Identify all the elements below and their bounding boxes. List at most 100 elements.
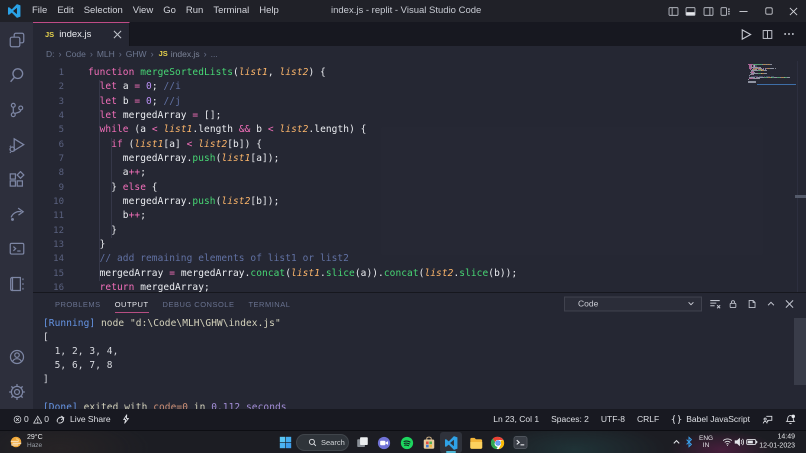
menu-help[interactable]: Help: [254, 0, 284, 22]
status-bar: 0 0 Live Share Ln 23, Col 1 Spaces: 2 UTF-…: [0, 409, 806, 430]
menu-selection[interactable]: Selection: [79, 0, 128, 22]
tray-chevron-up-icon[interactable]: [672, 438, 681, 447]
menu-view[interactable]: View: [128, 0, 158, 22]
menu-go[interactable]: Go: [158, 0, 181, 22]
line-number: 2: [58, 82, 64, 93]
title-bar: File Edit Selection View Go Run Terminal Help i…: [0, 0, 806, 22]
tab-indexjs[interactable]: JS index.js: [33, 22, 130, 46]
output-channel-dropdown[interactable]: Code: [564, 296, 702, 311]
code-token: let: [99, 81, 118, 93]
layout-controls: [668, 0, 732, 22]
line-number: 7: [58, 153, 64, 164]
settings-gear-icon[interactable]: [0, 374, 33, 409]
code-token: ,: [267, 67, 280, 78]
toggle-secondary-sidebar-icon[interactable]: [703, 6, 714, 17]
notebook-icon[interactable]: [0, 267, 33, 302]
menu-terminal[interactable]: Terminal: [208, 0, 254, 22]
toggle-sidebar-icon[interactable]: [668, 6, 679, 17]
code-token: function: [88, 67, 135, 78]
live-share-status[interactable]: Live Share: [55, 414, 111, 425]
source-control-icon[interactable]: [0, 92, 33, 127]
status-spaces-2[interactable]: Spaces: 2: [551, 414, 589, 424]
code-token: list1: [163, 124, 193, 136]
live-share-icon[interactable]: [0, 197, 33, 232]
status-label: CRLF: [637, 414, 660, 425]
line-number: 13: [53, 239, 64, 250]
wifi-icon[interactable]: [722, 438, 733, 447]
explorer-icon[interactable]: [0, 23, 33, 58]
extensions-icon[interactable]: [0, 162, 33, 197]
breadcrumb-file[interactable]: index.js: [171, 49, 200, 59]
code-line-5: while (a < list1.length && b < list2.len…: [88, 123, 367, 137]
run-code-icon[interactable]: [739, 28, 752, 41]
status-bell-icon[interactable]: [785, 414, 796, 425]
breadcrumb-separator-icon: ›: [118, 48, 122, 59]
problems-status[interactable]: 0 0: [13, 414, 49, 424]
maximize-panel-icon[interactable]: [766, 299, 776, 309]
status-utf-8[interactable]: UTF-8: [601, 414, 625, 424]
activity-bar-top: [0, 23, 33, 302]
minimap-line-segment: [748, 79, 749, 80]
code-token: b: [250, 124, 268, 136]
breadcrumb-d[interactable]: D:: [46, 49, 55, 59]
breadcrumb-separator-icon: ›: [89, 48, 93, 59]
thunder-client-status[interactable]: [121, 413, 131, 425]
menu-file[interactable]: File: [27, 0, 52, 22]
output-line: [Running] node "d:\Code\MLH\GHW\index.js…: [43, 317, 281, 331]
clock[interactable]: 14:49 12-01-2023: [759, 434, 795, 451]
minimize-button[interactable]: [731, 0, 756, 22]
toggle-panel-icon[interactable]: [685, 6, 696, 17]
code-token: slice: [325, 267, 355, 279]
minimap-line-segment: [787, 77, 791, 78]
open-in-editor-icon[interactable]: [746, 298, 757, 309]
output-token: 5, 6, 7, 8: [43, 359, 113, 371]
chevron-down-icon: [687, 300, 695, 308]
editor-tab-bar: JS index.js: [33, 22, 806, 46]
battery-icon[interactable]: [746, 438, 758, 446]
status-feedback-icon[interactable]: [762, 414, 773, 425]
output-line: 5, 6, 7, 8: [43, 359, 113, 373]
close-button[interactable]: [781, 0, 806, 22]
code-token: list2: [279, 124, 309, 136]
code-token: b: [117, 95, 135, 107]
line-number: 11: [53, 211, 64, 222]
breadcrumb-symbol-tail[interactable]: ...: [211, 49, 218, 59]
breadcrumb-code[interactable]: Code: [66, 49, 86, 59]
menu-run[interactable]: Run: [181, 0, 208, 22]
breadcrumb-mlh[interactable]: MLH: [97, 49, 115, 59]
code-editor[interactable]: 1 function mergeSortedLists(list1, list2)…: [33, 61, 806, 292]
warnings-icon: [32, 414, 43, 425]
minimap-line-segment: [748, 82, 756, 83]
customize-layout-icon[interactable]: [720, 6, 731, 17]
clear-output-icon[interactable]: [709, 298, 721, 310]
account-icon[interactable]: [0, 339, 33, 374]
lock-scroll-icon[interactable]: [728, 298, 738, 309]
bluetooth-icon[interactable]: [685, 436, 693, 448]
more-actions-icon[interactable]: [783, 28, 795, 40]
status-ln-23-col-1[interactable]: Ln 23, Col 1: [493, 414, 539, 424]
close-panel-icon[interactable]: [785, 299, 794, 308]
remote-explorer-icon[interactable]: [0, 232, 33, 267]
minimap[interactable]: [746, 61, 798, 291]
maximize-button[interactable]: [756, 0, 781, 22]
code-token: list2: [198, 138, 228, 150]
language-indicator[interactable]: ENG IN: [699, 435, 713, 449]
code-token: push: [192, 152, 216, 164]
breadcrumb-ghw[interactable]: GHW: [126, 49, 147, 59]
panel-scrollbar[interactable]: [794, 317, 806, 385]
code-token: else: [122, 181, 146, 193]
volume-icon[interactable]: [734, 437, 745, 447]
menu-edit[interactable]: Edit: [52, 0, 78, 22]
status-babel-javascript[interactable]: Babel JavaScript: [671, 414, 750, 425]
status-crlf[interactable]: CRLF: [637, 414, 659, 424]
split-editor-icon[interactable]: [762, 29, 773, 40]
run-debug-icon[interactable]: [0, 127, 33, 162]
line-number: 10: [53, 196, 64, 207]
code-token: [a]: [163, 138, 187, 150]
search-icon[interactable]: [0, 57, 33, 92]
output-content[interactable]: [Running] node "d:\Code\MLH\GHW\index.js…: [33, 315, 806, 410]
tab-close-icon[interactable]: [113, 30, 122, 39]
